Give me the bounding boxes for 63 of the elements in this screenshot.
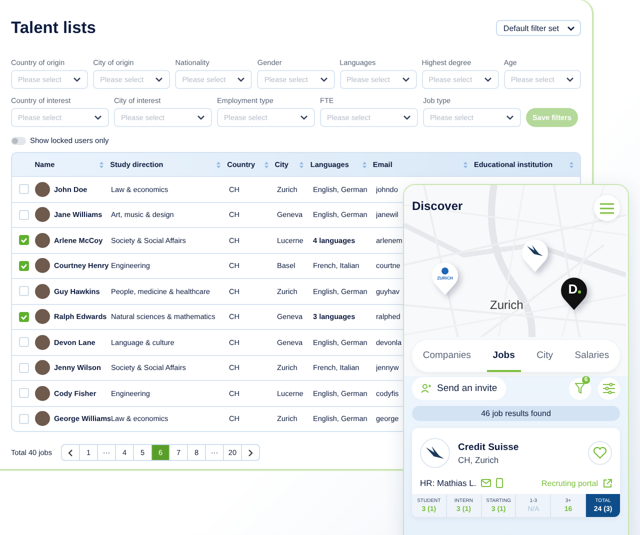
chevron-down-icon (320, 77, 328, 82)
chevron-down-icon (403, 115, 411, 120)
chevron-down-icon (484, 77, 492, 82)
sail-logo-icon (424, 445, 446, 461)
sort-icon[interactable] (264, 160, 269, 168)
filter-icon (575, 383, 585, 394)
sort-icon[interactable] (462, 160, 468, 168)
chevron-down-icon (402, 77, 410, 82)
avatar (35, 207, 50, 222)
avatar (35, 411, 50, 426)
send-invite-button[interactable]: Send an invite (412, 377, 506, 400)
chevron-down-icon (566, 77, 574, 82)
sort-icon[interactable] (299, 160, 304, 168)
chevron-left-icon (68, 448, 73, 456)
chevron-down-icon (73, 77, 82, 82)
hr-contact: HR: Mathias L. (420, 478, 476, 488)
avatar (35, 386, 50, 401)
chevron-down-icon (506, 115, 514, 120)
avatar (35, 334, 50, 350)
page-title: Talent lists (11, 18, 96, 38)
tab[interactable]: City (530, 340, 559, 372)
row-checkbox[interactable] (18, 235, 28, 246)
avatar (35, 258, 50, 274)
sort-icon[interactable] (99, 160, 104, 168)
discover-title: Discover (412, 199, 463, 213)
tab[interactable]: Companies (416, 340, 477, 372)
chevron-down-icon (94, 115, 102, 120)
mail-icon[interactable] (481, 479, 492, 487)
map-label: Zurich (490, 298, 524, 312)
tab[interactable]: Jobs (486, 340, 521, 372)
company-location: CH, Zurich (458, 454, 500, 464)
company-name: Credit Suisse (458, 442, 519, 452)
heart-icon (593, 447, 607, 459)
chevron-down-icon (567, 26, 575, 30)
avatar (35, 232, 50, 248)
map-pin[interactable]: D (560, 275, 588, 311)
tab[interactable]: Salaries (568, 340, 616, 372)
chevron-down-icon (237, 77, 246, 82)
chevron-down-icon (155, 77, 164, 82)
chevron-down-icon (300, 115, 308, 120)
results-count: 46 job results found (412, 406, 620, 421)
chevron-right-icon (248, 448, 253, 456)
sort-icon[interactable] (569, 160, 574, 168)
avatar (35, 182, 50, 197)
menu-button[interactable] (594, 195, 620, 221)
row-checkbox[interactable] (18, 312, 28, 322)
avatar (35, 309, 50, 324)
external-link-icon[interactable] (603, 478, 612, 488)
phone-icon[interactable] (496, 478, 504, 488)
favorite-button[interactable] (588, 441, 612, 465)
add-person-icon (421, 384, 431, 393)
filter-set-dropdown[interactable]: Default filter set (496, 20, 581, 36)
sliders-icon (603, 383, 615, 394)
menu-icon (600, 202, 614, 214)
chevron-down-icon (197, 115, 205, 120)
avatar (35, 284, 50, 299)
settings-sliders-button[interactable] (598, 378, 620, 400)
toggle-switch[interactable] (11, 136, 26, 144)
avatar (35, 360, 50, 376)
sort-icon[interactable] (216, 160, 222, 168)
map-pin[interactable] (521, 237, 549, 273)
sort-icon[interactable] (362, 160, 367, 168)
row-checkbox[interactable] (18, 260, 28, 271)
